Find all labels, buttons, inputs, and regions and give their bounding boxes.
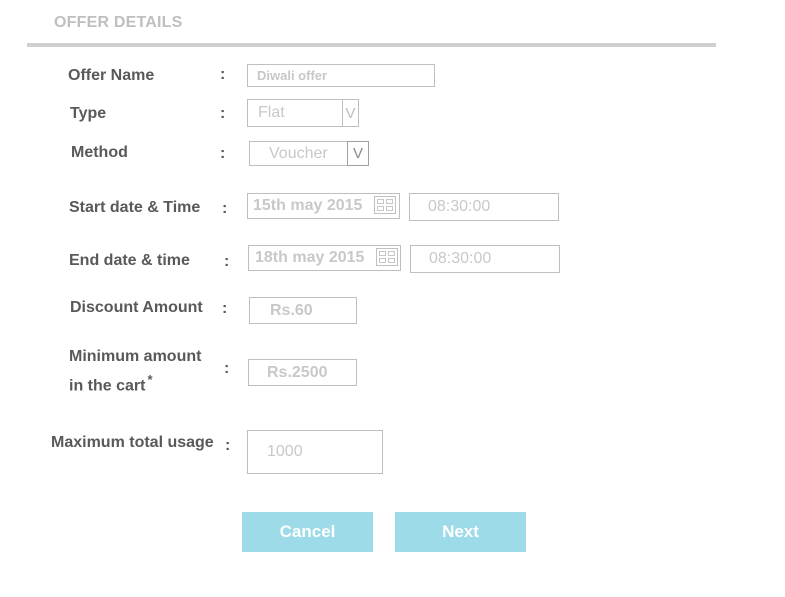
- start-date-value: 15th may 2015: [253, 197, 363, 214]
- end-time-input[interactable]: 08:30:00: [410, 245, 560, 273]
- required-asterisk: *: [147, 372, 153, 387]
- minimum-amount-label-line1: Minimum amount: [69, 348, 202, 365]
- end-date-label: End date & time: [69, 252, 190, 269]
- discount-amount-colon: :: [222, 300, 228, 317]
- maximum-usage-label: Maximum total usage: [51, 434, 214, 451]
- cancel-button[interactable]: Cancel: [242, 512, 373, 552]
- minimum-amount-input[interactable]: Rs.2500: [248, 359, 357, 386]
- offer-name-colon: :: [220, 66, 226, 83]
- method-colon: :: [220, 145, 226, 162]
- offer-name-input[interactable]: Diwali offer: [247, 64, 435, 87]
- type-select[interactable]: Flat: [247, 99, 344, 127]
- maximum-usage-input[interactable]: 1000: [247, 430, 383, 474]
- method-label: Method: [71, 144, 128, 161]
- offer-name-label: Offer Name: [68, 67, 155, 84]
- type-colon: :: [220, 105, 226, 122]
- type-label: Type: [70, 105, 107, 122]
- discount-amount-label: Discount Amount: [70, 299, 203, 316]
- next-button[interactable]: Next: [395, 512, 526, 552]
- start-date-colon: :: [222, 200, 228, 217]
- end-date-value: 18th may 2015: [255, 249, 365, 266]
- end-date-colon: :: [224, 253, 230, 270]
- method-select[interactable]: Voucher: [249, 141, 349, 166]
- section-title: OFFER DETAILS: [54, 14, 183, 31]
- section-divider: [27, 43, 716, 47]
- calendar-icon[interactable]: [376, 248, 398, 266]
- minimum-amount-label-second: in the cart *: [69, 369, 153, 397]
- minimum-amount-label-line2: in the cart: [69, 377, 146, 395]
- minimum-amount-colon: :: [224, 360, 230, 377]
- start-time-input[interactable]: 08:30:00: [409, 193, 559, 221]
- maximum-usage-colon: :: [225, 437, 231, 454]
- discount-amount-input[interactable]: Rs.60: [249, 297, 357, 324]
- type-dropdown-arrow[interactable]: V: [342, 99, 359, 127]
- start-date-label: Start date & Time: [69, 199, 201, 216]
- calendar-icon[interactable]: [374, 196, 396, 214]
- minimum-amount-label: Minimum amount: [69, 346, 201, 368]
- method-dropdown-arrow[interactable]: V: [347, 141, 369, 166]
